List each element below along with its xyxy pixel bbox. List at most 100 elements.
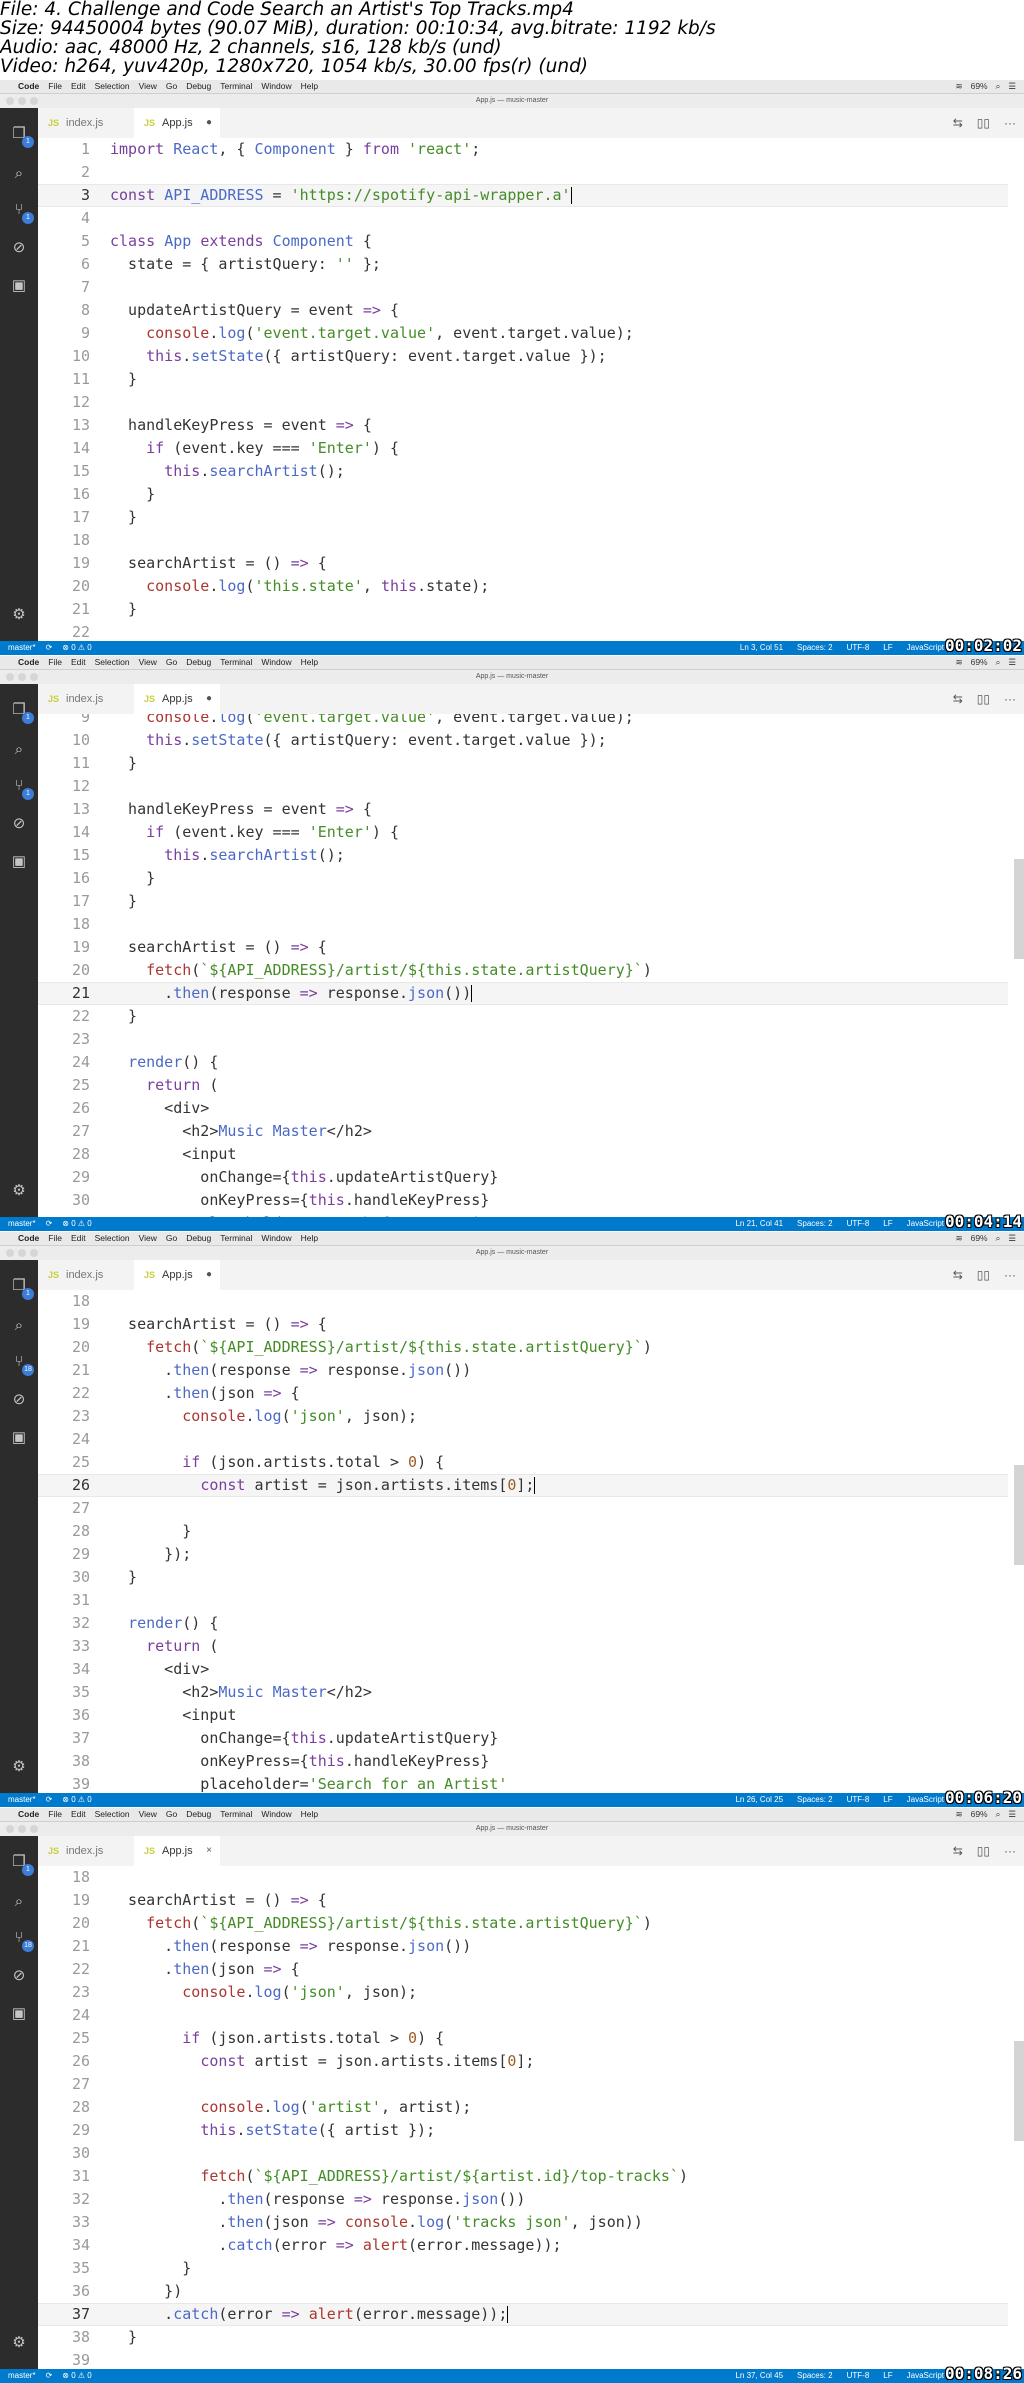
close-tab-icon[interactable]: ● (206, 1260, 212, 1290)
cursor-position[interactable]: Ln 21, Col 41 (735, 1219, 783, 1228)
code-line[interactable]: 22 .then(json => { (38, 1382, 1008, 1405)
code-line[interactable]: 25 return ( (38, 1074, 1008, 1097)
branch-indicator[interactable]: master* (8, 1795, 36, 1804)
code-editor[interactable]: 1 import React, { Component } from 'react… (38, 138, 1024, 641)
code-line[interactable]: 19 searchArtist = () => { (38, 936, 1008, 959)
search-icon[interactable]: ⌕ (9, 164, 29, 184)
code-line[interactable]: 14 if (event.key === 'Enter') { (38, 821, 1008, 844)
code-line[interactable]: 35 } (38, 2257, 1008, 2280)
code-line[interactable]: 34 <div> (38, 1658, 1008, 1681)
code-line[interactable]: 32 render() { (38, 1612, 1008, 1635)
code-line[interactable]: 29 this.setState({ artist }); (38, 2119, 1008, 2142)
problems-indicator[interactable]: ⊗ 0 ⚠ 0 (62, 643, 91, 652)
code-line[interactable]: 28 <input (38, 1143, 1008, 1166)
code-line[interactable]: 37 .catch(error => alert(error.message))… (38, 2303, 1008, 2326)
code-line[interactable]: 16 } (38, 867, 1008, 890)
extensions-icon[interactable]: ▣ (9, 852, 29, 872)
code-line[interactable]: 9 console.log('event.target.value', even… (38, 714, 1008, 729)
menu-item-file[interactable]: File (48, 1233, 62, 1243)
tab-app-js[interactable]: JS App.js ● (134, 108, 220, 138)
code-line[interactable]: 15 this.searchArtist(); (38, 844, 1008, 867)
code-line[interactable]: 6 state = { artistQuery: '' }; (38, 253, 1008, 276)
code-editor[interactable]: 9 console.log('event.target.value', even… (38, 714, 1024, 1217)
code-line[interactable]: 24 render() { (38, 1051, 1008, 1074)
menu-item-code[interactable]: Code (18, 1233, 39, 1243)
menu-item-debug[interactable]: Debug (186, 1233, 211, 1243)
branch-indicator[interactable]: master* (8, 2371, 36, 2380)
extensions-icon[interactable]: ▣ (9, 1428, 29, 1448)
battery-percent[interactable]: 69% (971, 657, 988, 667)
tab-index-js[interactable]: JS index.js (38, 1836, 133, 1866)
code-line[interactable]: 28 } (38, 1520, 1008, 1543)
code-line[interactable]: 27 (38, 1497, 1008, 1520)
zoom-window-button[interactable] (30, 673, 38, 681)
menu-item-view[interactable]: View (139, 657, 157, 667)
more-actions-icon[interactable]: ··· (1004, 116, 1016, 130)
search-icon[interactable]: ⌕ (996, 81, 1001, 91)
code-line[interactable]: 11 } (38, 368, 1008, 391)
tab-index-js[interactable]: JS index.js (38, 1260, 133, 1290)
menu-item-terminal[interactable]: Terminal (220, 1233, 252, 1243)
menu-list-icon[interactable]: ☰ (1008, 1233, 1016, 1243)
menu-item-terminal[interactable]: Terminal (220, 81, 252, 91)
wifi-icon[interactable]: ≋ (955, 657, 962, 667)
code-line[interactable]: 17 } (38, 506, 1008, 529)
battery-percent[interactable]: 69% (971, 1809, 988, 1819)
menu-item-edit[interactable]: Edit (71, 1233, 86, 1243)
indentation[interactable]: Spaces: 2 (797, 643, 833, 652)
code-line[interactable]: 30 (38, 2142, 1008, 2165)
menu-list-icon[interactable]: ☰ (1008, 657, 1016, 667)
menu-item-view[interactable]: View (139, 1233, 157, 1243)
menu-item-window[interactable]: Window (261, 1809, 291, 1819)
tab-index-js[interactable]: JS index.js (38, 108, 133, 138)
code-line[interactable]: 15 this.searchArtist(); (38, 460, 1008, 483)
code-line[interactable]: 20 fetch(`${API_ADDRESS}/artist/${this.s… (38, 959, 1008, 982)
search-icon[interactable]: ⌕ (9, 740, 29, 760)
menu-item-help[interactable]: Help (301, 1809, 318, 1819)
menu-item-debug[interactable]: Debug (186, 1809, 211, 1819)
code-line[interactable]: 18 (38, 529, 1008, 552)
menu-item-window[interactable]: Window (261, 1233, 291, 1243)
code-line[interactable]: 25 if (json.artists.total > 0) { (38, 2027, 1008, 2050)
split-editor-icon[interactable]: ▯▯ (977, 116, 990, 130)
code-line[interactable]: 26 const artist = json.artists.items[0]; (38, 2050, 1008, 2073)
gear-icon[interactable]: ⚙ (9, 2333, 29, 2353)
sync-icon[interactable]: ⟳ (46, 1795, 53, 1804)
language-mode[interactable]: JavaScript (907, 643, 944, 652)
menu-item-go[interactable]: Go (166, 81, 177, 91)
debug-icon[interactable]: ⊘ (9, 1390, 29, 1410)
code-line[interactable]: 21 .then(response => response.json()) (38, 982, 1008, 1005)
search-icon[interactable]: ⌕ (996, 1233, 1001, 1243)
close-window-button[interactable] (6, 1249, 14, 1257)
code-line[interactable]: 20 fetch(`${API_ADDRESS}/artist/${this.s… (38, 1912, 1008, 1935)
code-line[interactable]: 16 } (38, 483, 1008, 506)
line-ending[interactable]: LF (883, 1219, 892, 1228)
menu-item-code[interactable]: Code (18, 1809, 39, 1819)
zoom-window-button[interactable] (30, 1249, 38, 1257)
code-line[interactable]: 20 fetch(`${API_ADDRESS}/artist/${this.s… (38, 1336, 1008, 1359)
code-line[interactable]: 5 class App extends Component { (38, 230, 1008, 253)
indentation[interactable]: Spaces: 2 (797, 2371, 833, 2380)
encoding[interactable]: UTF-8 (847, 1795, 870, 1804)
code-line[interactable]: 19 searchArtist = () => { (38, 552, 1008, 575)
code-line[interactable]: 19 searchArtist = () => { (38, 1313, 1008, 1336)
code-line[interactable]: 12 (38, 391, 1008, 414)
split-editor-icon[interactable]: ▯▯ (977, 1268, 990, 1282)
code-line[interactable]: 14 if (event.key === 'Enter') { (38, 437, 1008, 460)
code-line[interactable]: 18 (38, 1290, 1008, 1313)
code-line[interactable]: 39 placeholder='Search for an Artist' (38, 1773, 1008, 1793)
code-line[interactable]: 24 (38, 1428, 1008, 1451)
code-line[interactable]: 12 (38, 775, 1008, 798)
extensions-icon[interactable]: ▣ (9, 276, 29, 296)
menu-item-window[interactable]: Window (261, 81, 291, 91)
menu-item-selection[interactable]: Selection (95, 1809, 130, 1819)
gear-icon[interactable]: ⚙ (9, 1757, 29, 1777)
code-line[interactable]: 31 fetch(`${API_ADDRESS}/artist/${artist… (38, 2165, 1008, 2188)
tab-app-js[interactable]: JS App.js × (134, 1836, 220, 1866)
code-line[interactable]: 29 onChange={this.updateArtistQuery} (38, 1166, 1008, 1189)
code-line[interactable]: 11 } (38, 752, 1008, 775)
battery-percent[interactable]: 69% (971, 1233, 988, 1243)
menu-item-terminal[interactable]: Terminal (220, 657, 252, 667)
search-icon[interactable]: ⌕ (9, 1316, 29, 1336)
more-actions-icon[interactable]: ··· (1004, 692, 1016, 706)
